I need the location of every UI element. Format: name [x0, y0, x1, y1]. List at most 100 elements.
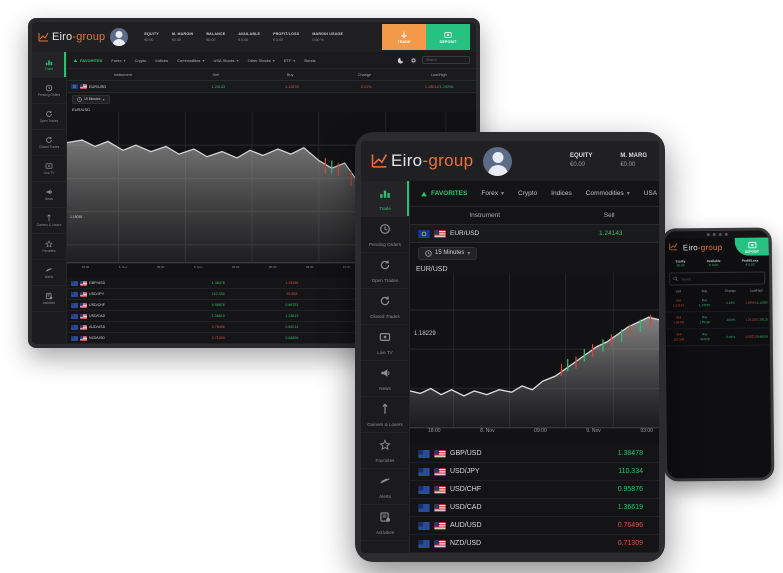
tablet-price-chart[interactable]: 1.18229 18:00 8. Nov 09:00 9. Nov 03:00	[410, 273, 659, 445]
list-item[interactable]: Sell 1.38478 Buy 1.25196 -0.03% 1.24123/1.…	[665, 311, 770, 330]
search-input[interactable]: Search	[422, 56, 470, 64]
sidebar-item-trade[interactable]: Trade	[361, 181, 409, 217]
sidebar-item-label: Gainers & Losers	[36, 222, 62, 227]
list-item[interactable]: USD/CHF 0.95876	[410, 481, 659, 499]
nav-usa-stocks[interactable]: USA Stocks ▾	[213, 58, 238, 63]
nav-commodities[interactable]: Commodities ▾	[586, 190, 630, 197]
price-value: 1.38478	[617, 450, 643, 457]
selected-instrument-row[interactable]: EUR/USD 1.24143 1.13239 -0.01% 1.18014/1…	[67, 81, 476, 93]
instrument-name: AUD/USD	[450, 522, 482, 529]
sidebar-item-gainers-losers[interactable]: Gainers & Losers	[361, 397, 409, 433]
nav-indices[interactable]: Indices	[155, 58, 168, 63]
sidebar-item-trade[interactable]: Trade	[32, 52, 66, 78]
tablet-brand-primary: Eiro	[391, 151, 423, 170]
desktop-header: Eiro-group EQUITY €0.00 M. MARGIN €0.00 …	[32, 22, 476, 52]
phone-rows: Sell 1.24143 Buy 1.13239 0.13% 1.18014/1.1…	[665, 294, 770, 347]
list-item[interactable]: AUD/USD 0.76496	[410, 517, 659, 535]
sidebar-item-live-tv[interactable]: Live TV	[361, 325, 409, 361]
sidebar-item-live-tv[interactable]: Live TV	[32, 156, 66, 182]
sidebar-item-label: Trade	[44, 66, 54, 71]
sidebar-item-closed-trades[interactable]: Closed Trades	[361, 289, 409, 325]
sell-cell: Sell 1.24143	[673, 298, 684, 308]
avatar[interactable]	[483, 146, 513, 176]
flag-icon	[418, 485, 430, 494]
gear-icon[interactable]	[410, 51, 417, 69]
sidebar-item-alerts[interactable]: Alerts	[32, 260, 66, 286]
flag-us-icon	[434, 449, 446, 458]
list-item[interactable]: Sell 1.24143 Buy 1.13239 0.13% 1.18014/1.1…	[665, 294, 770, 313]
nav-crypto[interactable]: Crypto	[518, 190, 537, 197]
flag-us-icon	[80, 324, 87, 330]
list-item[interactable]: USD/JPY 110.334	[410, 463, 659, 481]
list-item[interactable]: Sell 110.334 Buy 99.828 0.04% 0.93211/0.96…	[665, 328, 770, 347]
nav-commodities[interactable]: Commodities ▾	[177, 58, 204, 63]
sidebar-item-gainers-losers[interactable]: Gainers & Losers	[32, 208, 66, 234]
phone-brand-logo[interactable]: Eiro-group	[669, 241, 722, 253]
buy-cell: Buy 1.13239	[699, 298, 710, 308]
moon-icon[interactable]	[397, 51, 405, 69]
nav-usa-stock[interactable]: USA Stock	[644, 190, 659, 197]
sidebar-item-label: Open Trades	[39, 118, 59, 123]
sidebar-item-alerts[interactable]: Alerts	[361, 469, 409, 505]
phone-screen: Eiro-group DEPOSIT Equity €0.00 Availabl…	[664, 230, 772, 479]
tablet-brand-logo[interactable]: Eiro-group	[371, 151, 473, 171]
line-chart-icon	[38, 32, 49, 43]
account-stats: EQUITY €0.00 M. MARGIN €0.00 BALANCE €0.…	[144, 31, 343, 43]
brand-logo[interactable]: Eiro-group	[38, 31, 105, 43]
nav-crypto[interactable]: Crypto	[135, 58, 147, 63]
timeframe-selector[interactable]: 15 Minutes ▾	[418, 246, 478, 260]
high-value: 1.19296	[439, 84, 454, 89]
price-value: 110.334	[618, 468, 643, 475]
nav-forex[interactable]: Forex ▾	[111, 58, 125, 63]
list-item[interactable]: NZD/USD 0.71309	[410, 535, 659, 553]
flag-us-icon	[80, 302, 87, 308]
sidebar-item-closed-trades[interactable]: Closed Trades	[32, 130, 66, 156]
phone-deposit-button[interactable]: DEPOSIT	[734, 237, 769, 256]
axis-tick: 09:00	[156, 265, 165, 269]
avatar[interactable]	[110, 28, 129, 46]
sidebar-item-news[interactable]: News	[361, 361, 409, 397]
sidebar-item-pending-orders[interactable]: Pending Orders	[361, 217, 409, 253]
nav-favorites[interactable]: FAVORITES	[420, 190, 467, 198]
axis-tick: 9. Nov	[586, 428, 601, 434]
timeframe-label: 15 Minutes	[435, 250, 465, 256]
deposit-button[interactable]: DEPOSIT	[426, 24, 470, 50]
nav-indices[interactable]: Indices	[551, 190, 572, 197]
flag-us-icon	[434, 467, 446, 476]
sidebar-item-open-trades[interactable]: Open Trades	[361, 253, 409, 289]
instrument-name: GBP/USD	[450, 450, 482, 457]
col-sell: Sell	[212, 72, 219, 77]
phone-brand-secondary: -group	[697, 242, 723, 252]
sidebar-item-favorites[interactable]: Favorites	[32, 234, 66, 260]
instrument-table-header: Instrument Sell Buy Change Low/High	[67, 69, 476, 81]
trade-button[interactable]: TRADE	[382, 24, 426, 50]
sidebar-item-activities[interactable]: Activities	[32, 286, 66, 312]
tablet-selected-row[interactable]: EUR/USD 1.24143	[410, 225, 659, 243]
sidebar-item-pending-orders[interactable]: Pending Orders	[32, 78, 66, 104]
chart-canvas	[410, 273, 659, 429]
list-item[interactable]: GBP/USD 1.38478	[410, 445, 659, 463]
nav-other-stocks[interactable]: Other Stocks ▾	[248, 58, 275, 63]
sidebar-item-open-trades[interactable]: Open Trades	[32, 104, 66, 130]
phone-search-input[interactable]: Search...	[669, 271, 766, 286]
stat-5: MARGIN USAGE 0.00 %	[312, 31, 343, 43]
stat: Available € 0.00	[707, 259, 721, 267]
nav-etf[interactable]: ETF ▾	[284, 58, 296, 63]
tablet-sidebar: Trade Pending Orders Open Trades Closed …	[361, 181, 410, 553]
list-item[interactable]: USD/CAD 1.36619	[410, 499, 659, 517]
sidebar-item-activities[interactable]: Activities	[361, 505, 409, 541]
sidebar-item-favorites[interactable]: Favorites	[361, 433, 409, 469]
nav-forex[interactable]: Forex ▾	[481, 190, 504, 197]
instrument-cell: EUR/USD	[67, 84, 181, 89]
sidebar-item-news[interactable]: News	[32, 182, 66, 208]
change-value: -0.01%	[359, 84, 372, 89]
timeframe-selector[interactable]: 15 Minutes ▾	[72, 94, 110, 104]
stat: Profit/Loss € 0.00	[742, 259, 759, 267]
clock-icon	[379, 222, 391, 240]
axis-tick: 8. Nov	[118, 265, 128, 269]
axis-tick: 09:00	[305, 265, 314, 269]
sell-price: 1.38478	[211, 281, 225, 285]
nav-favorites[interactable]: FAVORITES	[73, 58, 102, 63]
nav-bonds[interactable]: Bonds	[304, 58, 315, 63]
instrument-cell: NZD/USD	[67, 335, 181, 341]
